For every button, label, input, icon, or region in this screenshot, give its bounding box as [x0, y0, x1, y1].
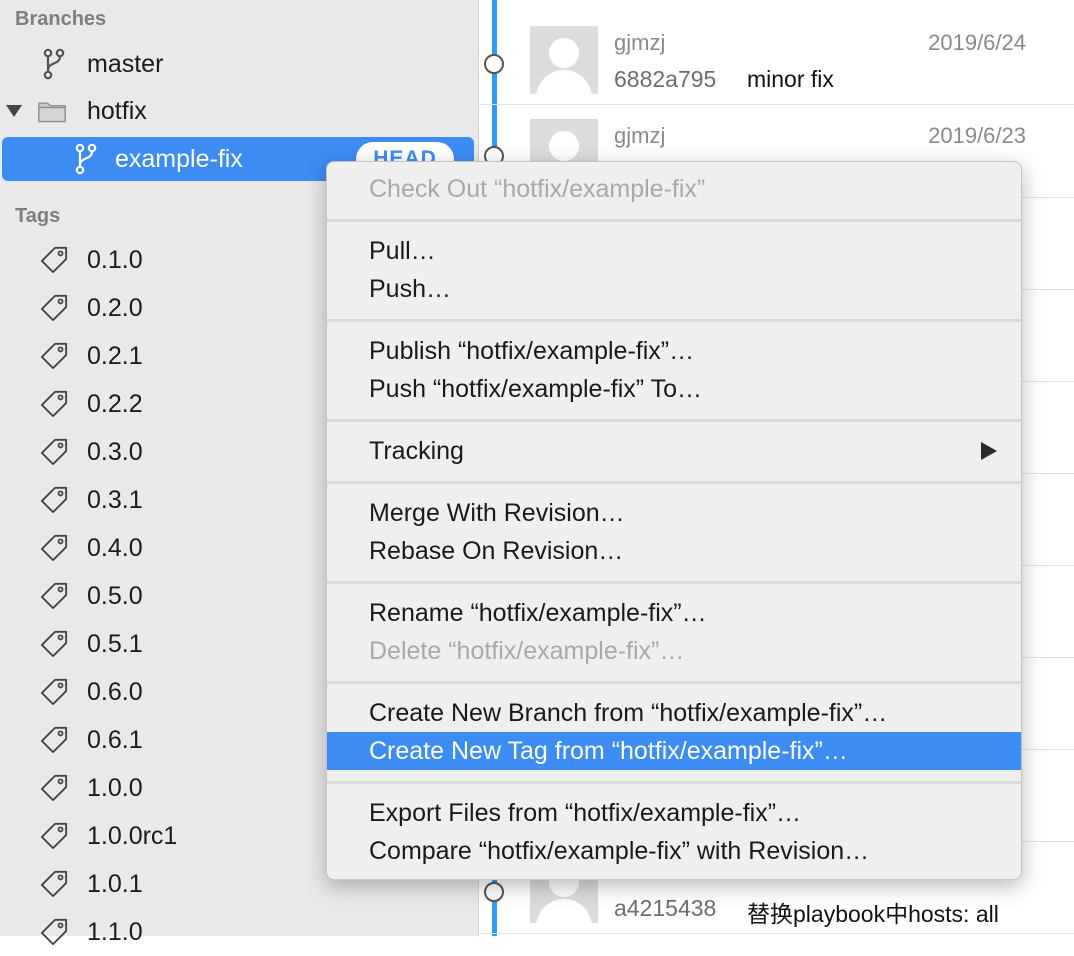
branch-icon — [72, 143, 100, 175]
menu-item-check-out[interactable]: Check Out “hotfix/example-fix” — [327, 170, 1021, 208]
commit-message: minor fix — [747, 66, 834, 92]
menu-item-push[interactable]: Push… — [327, 270, 1021, 308]
branch-icon — [40, 48, 68, 80]
menu-separator — [327, 319, 1021, 322]
menu-item-push-to[interactable]: Push “hotfix/example-fix” To… — [327, 370, 1021, 408]
menu-item-publish[interactable]: Publish “hotfix/example-fix”… — [327, 332, 1021, 370]
sidebar-item-master[interactable]: master — [0, 40, 478, 88]
commit-date: 2019/6/23 — [928, 123, 1026, 148]
sidebar-item-label: 1.0.1 — [87, 869, 143, 898]
menu-item-compare-with-revision[interactable]: Compare “hotfix/example-fix” with Revisi… — [327, 832, 1021, 870]
commit-author: gjmzj — [614, 30, 666, 55]
sidebar-item-label: hotfix — [87, 96, 147, 125]
menu-item-rebase-on-revision[interactable]: Rebase On Revision… — [327, 532, 1021, 570]
tag-icon — [40, 532, 68, 564]
tag-icon — [40, 676, 68, 708]
tag-icon — [40, 628, 68, 660]
tags-section-header: Tags — [15, 205, 61, 227]
menu-separator — [327, 481, 1021, 484]
sidebar-item-label: 0.1.0 — [87, 245, 143, 274]
menu-item-export-files[interactable]: Export Files from “hotfix/example-fix”… — [327, 794, 1021, 832]
commit-hash: a4215438 — [614, 895, 717, 921]
submenu-arrow-icon — [981, 442, 997, 460]
menu-separator — [327, 781, 1021, 784]
sidebar-item-label: 1.0.0rc1 — [87, 821, 178, 850]
menu-separator — [327, 581, 1021, 584]
tag-icon — [40, 820, 68, 852]
menu-item-create-new-branch[interactable]: Create New Branch from “hotfix/example-f… — [327, 694, 1021, 732]
menu-item-merge-with-revision[interactable]: Merge With Revision… — [327, 494, 1021, 532]
commit-node[interactable] — [484, 882, 504, 902]
sidebar-item-label: 0.3.1 — [87, 485, 143, 514]
commit-author: gjmzj — [614, 123, 666, 148]
menu-separator — [327, 419, 1021, 422]
sidebar-item-label: 0.4.0 — [87, 533, 143, 562]
commit-date: 2019/6/24 — [928, 30, 1026, 55]
sidebar-item-label: 0.5.0 — [87, 581, 143, 610]
context-menu: Check Out “hotfix/example-fix” Pull… Pus… — [326, 161, 1022, 880]
commit-node[interactable] — [484, 54, 504, 74]
sidebar-item-label: 1.0.0 — [87, 773, 143, 802]
tag-icon — [40, 388, 68, 420]
tag-icon — [40, 772, 68, 804]
menu-separator — [327, 219, 1021, 222]
commit-message: 替换playbook中hosts: all — [747, 901, 999, 927]
sidebar-item-label: 0.5.1 — [87, 629, 143, 658]
menu-separator — [327, 681, 1021, 684]
tag-icon — [40, 484, 68, 516]
tag-icon — [40, 916, 68, 948]
sidebar-item-label: master — [87, 49, 164, 78]
menu-item-rename[interactable]: Rename “hotfix/example-fix”… — [327, 594, 1021, 632]
sidebar-item-hotfix-folder[interactable]: hotfix — [0, 87, 478, 135]
tag-icon — [40, 580, 68, 612]
menu-item-pull[interactable]: Pull… — [327, 232, 1021, 270]
sidebar-item-label: 1.1.0 — [87, 917, 143, 946]
tag-icon — [40, 724, 68, 756]
tag-icon — [40, 868, 68, 900]
branches-section-header: Branches — [15, 8, 107, 30]
sidebar-item-label: 0.6.0 — [87, 677, 143, 706]
tag-icon — [40, 340, 68, 372]
menu-item-delete[interactable]: Delete “hotfix/example-fix”… — [327, 632, 1021, 670]
sidebar-item-label: 0.3.0 — [87, 437, 143, 466]
menu-item-tracking[interactable]: Tracking — [327, 432, 1021, 470]
sidebar-item-label: 0.2.0 — [87, 293, 143, 322]
disclosure-triangle-icon[interactable] — [6, 105, 22, 117]
avatar — [530, 26, 598, 94]
sidebar-item-label: 0.6.1 — [87, 725, 143, 754]
commit-hash: 6882a795 — [614, 66, 717, 92]
commit-row[interactable]: gjmzj 2019/6/24 6882a795 minor fix — [479, 12, 1074, 105]
folder-icon — [38, 95, 66, 127]
sidebar-item-tag[interactable]: 1.1.0 — [0, 908, 478, 956]
tag-icon — [40, 292, 68, 324]
tag-icon — [40, 436, 68, 468]
menu-item-create-new-tag[interactable]: Create New Tag from “hotfix/example-fix”… — [327, 732, 1021, 770]
sidebar-item-label: 0.2.2 — [87, 389, 143, 418]
sidebar-item-label: 0.2.1 — [87, 341, 143, 370]
tag-icon — [40, 244, 68, 276]
sidebar-item-label: example-fix — [115, 144, 243, 173]
